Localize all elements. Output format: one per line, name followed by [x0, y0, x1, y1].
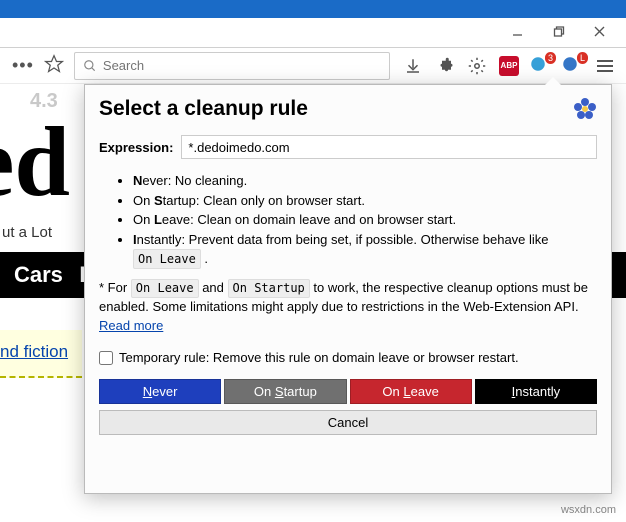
on-startup-button[interactable]: On Startup — [224, 379, 346, 404]
expression-label: Expression: — [99, 140, 173, 155]
temporary-rule-row[interactable]: Temporary rule: Remove this rule on doma… — [99, 350, 597, 365]
window-titlebar — [0, 0, 626, 18]
search-input[interactable] — [103, 58, 381, 73]
restore-icon[interactable] — [552, 25, 565, 41]
search-icon — [83, 59, 97, 73]
rule-buttons: Never On Startup On Leave Instantly — [99, 379, 597, 404]
extensions-icon[interactable] — [432, 57, 458, 75]
cleanup-rule-popup: Select a cleanup rule Expression: Never:… — [84, 84, 612, 494]
temporary-rule-label: Temporary rule: Remove this rule on doma… — [119, 350, 519, 365]
abp-icon[interactable]: ABP — [496, 56, 522, 76]
rule-startup-desc: On Startup: Clean only on browser start. — [133, 191, 597, 211]
minimize-icon[interactable] — [511, 25, 524, 41]
watermark: wsxdn.com — [561, 504, 616, 516]
instantly-button[interactable]: Instantly — [475, 379, 597, 404]
expression-input[interactable] — [181, 135, 597, 159]
on-leave-button[interactable]: On Leave — [350, 379, 472, 404]
bookmark-icon[interactable] — [44, 54, 64, 77]
extension-badge-l[interactable]: L — [560, 55, 586, 77]
extension-badge-1[interactable]: 3 — [528, 55, 554, 77]
temporary-rule-checkbox[interactable] — [99, 351, 113, 365]
popup-title: Select a cleanup rule — [99, 97, 308, 121]
headline-fragment: ed — [0, 104, 70, 219]
rules-description-list: Never: No cleaning. On Startup: Clean on… — [99, 171, 597, 269]
page-link[interactable]: nd fiction — [0, 342, 68, 362]
forget-me-not-icon — [573, 97, 597, 124]
tagline-fragment: ut a Lot — [2, 224, 52, 241]
close-icon[interactable] — [593, 25, 606, 41]
more-icon[interactable]: ••• — [8, 55, 38, 76]
rule-instantly-desc: Instantly: Prevent data from being set, … — [133, 230, 597, 270]
search-box[interactable] — [74, 52, 390, 80]
downloads-icon[interactable] — [400, 57, 426, 75]
footnote: * For On Leave and On Startup to work, t… — [99, 279, 597, 336]
settings-icon[interactable] — [464, 57, 490, 75]
never-button[interactable]: Never — [99, 379, 221, 404]
cancel-button[interactable]: Cancel — [99, 410, 597, 435]
read-more-link[interactable]: Read more — [99, 318, 163, 333]
browser-toolbar: ••• ABP 3 L — [0, 48, 626, 84]
rule-never-desc: Never: No cleaning. — [133, 171, 597, 191]
menu-icon[interactable] — [592, 60, 618, 72]
rule-leave-desc: On Leave: Clean on domain leave and on b… — [133, 210, 597, 230]
window-controls — [0, 18, 626, 48]
